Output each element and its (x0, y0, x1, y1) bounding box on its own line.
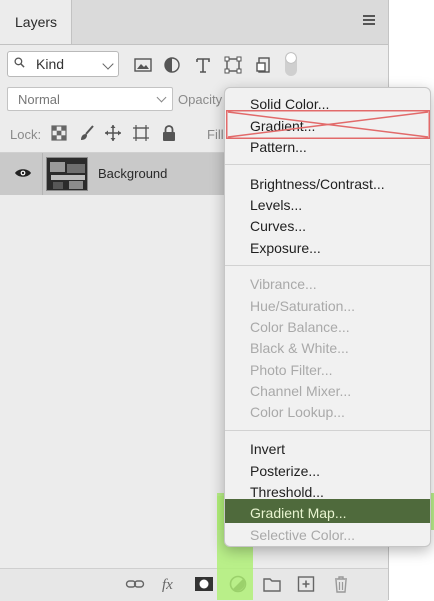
menu-item-levels[interactable]: Levels... (250, 197, 302, 213)
fill-label: Fill (207, 127, 224, 142)
search-icon (14, 57, 25, 68)
lock-label: Lock: (10, 127, 42, 142)
svg-text:fx: fx (162, 577, 173, 593)
filter-toggle[interactable] (285, 52, 297, 76)
menu-item-selective-color: Selective Color... (250, 527, 356, 543)
group-folder-icon[interactable] (262, 575, 282, 593)
blend-mode-dropdown[interactable]: Normal (7, 87, 173, 111)
menu-item-vibrance: Vibrance... (250, 276, 317, 292)
menu-item-exposure[interactable]: Exposure... (250, 240, 321, 256)
menu-item-invert[interactable]: Invert (250, 441, 285, 457)
menu-separator (225, 164, 430, 165)
tab-layers[interactable]: Layers (0, 0, 72, 44)
lock-paint-icon[interactable] (78, 124, 96, 142)
menu-item-gradient-map[interactable]: Gradient Map... (250, 505, 347, 521)
menu-item-black-white: Black & White... (250, 340, 349, 356)
menu-separator (225, 430, 430, 431)
adjustment-filter-icon[interactable] (162, 55, 182, 75)
menu-item-brightness-contrast[interactable]: Brightness/Contrast... (250, 176, 385, 192)
opacity-label: Opacity (178, 92, 223, 107)
lock-artboard-icon[interactable] (132, 124, 150, 142)
panel-menu-icon[interactable] (361, 14, 377, 28)
link-icon[interactable] (125, 575, 145, 593)
lock-position-icon[interactable] (104, 124, 122, 142)
lock-transparent-icon[interactable] (50, 124, 68, 142)
shape-filter-icon[interactable] (223, 55, 243, 75)
pixel-filter-icon[interactable] (133, 55, 153, 75)
layer-name: Background (98, 166, 168, 181)
type-filter-icon[interactable] (193, 55, 213, 75)
filter-kind-dropdown[interactable]: Kind (7, 51, 119, 77)
fx-icon[interactable]: fx (160, 575, 180, 593)
menu-separator (225, 265, 430, 266)
chevron-down-icon (102, 58, 114, 70)
chevron-down-icon (156, 92, 167, 103)
menu-item-pattern[interactable]: Pattern... (250, 139, 307, 155)
cross-out-annotation (226, 110, 430, 139)
adjustment-layer-menu: Solid Color... Gradient... Pattern... Br… (224, 87, 431, 547)
lock-all-icon[interactable] (160, 124, 178, 142)
menu-item-channel-mixer: Channel Mixer... (250, 383, 352, 399)
menu-item-color-lookup: Color Lookup... (250, 404, 345, 420)
visibility-eye-icon[interactable] (14, 167, 32, 179)
menu-item-threshold[interactable]: Threshold... (250, 484, 324, 500)
new-layer-icon[interactable] (296, 575, 316, 593)
menu-item-photo-filter: Photo Filter... (250, 362, 333, 378)
menu-item-color-balance: Color Balance... (250, 319, 350, 335)
divider (42, 153, 43, 195)
layer-thumbnail (46, 157, 88, 191)
menu-item-posterize[interactable]: Posterize... (250, 463, 320, 479)
blend-mode-label: Normal (18, 92, 60, 107)
menu-item-curves[interactable]: Curves... (250, 218, 306, 234)
menu-item-hue-saturation: Hue/Saturation... (250, 298, 356, 314)
panel-tab-bar: Layers (0, 0, 388, 45)
smart-object-filter-icon[interactable] (254, 55, 274, 75)
layer-thumbnail-image (47, 158, 87, 190)
filter-kind-label: Kind (36, 56, 65, 72)
trash-icon[interactable] (331, 575, 351, 593)
mask-icon[interactable] (194, 575, 214, 593)
